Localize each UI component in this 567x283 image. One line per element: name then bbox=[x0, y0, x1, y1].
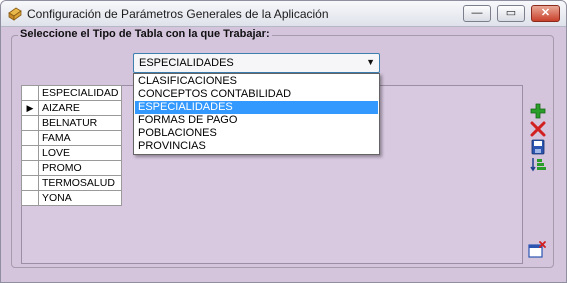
grid-cell[interactable]: PROMO bbox=[37, 160, 123, 176]
sort-icon[interactable] bbox=[529, 156, 547, 174]
dropdown-option[interactable]: POBLACIONES bbox=[135, 127, 378, 140]
window-title: Configuración de Parámetros Generales de… bbox=[27, 7, 329, 21]
dropdown-option[interactable]: CONCEPTOS CONTABILIDAD bbox=[135, 88, 378, 101]
row-selector[interactable] bbox=[21, 190, 39, 206]
table-row[interactable]: LOVE bbox=[21, 145, 123, 161]
grid-cell[interactable]: FAMA bbox=[37, 130, 123, 146]
grid-column-header[interactable]: ESPECIALIDAD bbox=[37, 85, 123, 101]
dropdown-option[interactable]: FORMAS DE PAGO bbox=[135, 114, 378, 127]
maximize-button[interactable]: ▭ bbox=[497, 5, 525, 22]
close-window-icon[interactable] bbox=[528, 241, 546, 259]
row-selector[interactable] bbox=[21, 175, 39, 191]
grid-cell[interactable]: YONA bbox=[37, 190, 123, 206]
grid-cell[interactable]: AIZARE bbox=[37, 100, 123, 116]
records-grid: ESPECIALIDAD ▶ AIZARE BELNATUR FAMA LOVE… bbox=[21, 85, 123, 206]
table-row[interactable]: YONA bbox=[21, 190, 123, 206]
chevron-down-icon[interactable]: ▼ bbox=[366, 57, 375, 67]
row-selector[interactable] bbox=[21, 115, 39, 131]
app-window: Configuración de Parámetros Generales de… bbox=[0, 0, 567, 283]
table-row[interactable]: FAMA bbox=[21, 130, 123, 146]
grid-cell[interactable]: BELNATUR bbox=[37, 115, 123, 131]
table-row[interactable]: TERMOSALUD bbox=[21, 175, 123, 191]
grid-cell[interactable]: TERMOSALUD bbox=[37, 175, 123, 191]
current-row-indicator-icon: ▶ bbox=[21, 100, 39, 116]
close-button[interactable]: ✕ bbox=[531, 5, 560, 22]
grid-header-row: ESPECIALIDAD bbox=[21, 85, 123, 101]
table-row[interactable]: ▶ AIZARE bbox=[21, 100, 123, 116]
row-selector[interactable] bbox=[21, 130, 39, 146]
dropdown-option[interactable]: CLASIFICACIONES bbox=[135, 75, 378, 88]
table-row[interactable]: BELNATUR bbox=[21, 115, 123, 131]
row-selector[interactable] bbox=[21, 145, 39, 161]
grid-cell[interactable]: LOVE bbox=[37, 145, 123, 161]
row-selector-header bbox=[21, 85, 39, 101]
group-legend: Seleccione el Tipo de Tabla con la que T… bbox=[18, 28, 272, 40]
add-record-icon[interactable] bbox=[529, 102, 547, 120]
minimize-button[interactable]: — bbox=[463, 5, 491, 22]
dropdown-option[interactable]: PROVINCIAS bbox=[135, 140, 378, 153]
table-row[interactable]: PROMO bbox=[21, 160, 123, 176]
delete-record-icon[interactable] bbox=[529, 120, 547, 138]
dropdown-option-highlighted[interactable]: ESPECIALIDADES bbox=[135, 101, 378, 114]
save-icon[interactable] bbox=[529, 138, 547, 156]
table-type-dropdown-list: CLASIFICACIONES CONCEPTOS CONTABILIDAD E… bbox=[133, 73, 380, 155]
title-bar: Configuración de Parámetros Generales de… bbox=[1, 1, 566, 27]
combobox-selected-value: ESPECIALIDADES bbox=[139, 57, 234, 69]
table-type-combobox[interactable]: ESPECIALIDADES ▼ bbox=[133, 53, 380, 73]
app-icon bbox=[8, 7, 22, 21]
row-selector[interactable] bbox=[21, 160, 39, 176]
